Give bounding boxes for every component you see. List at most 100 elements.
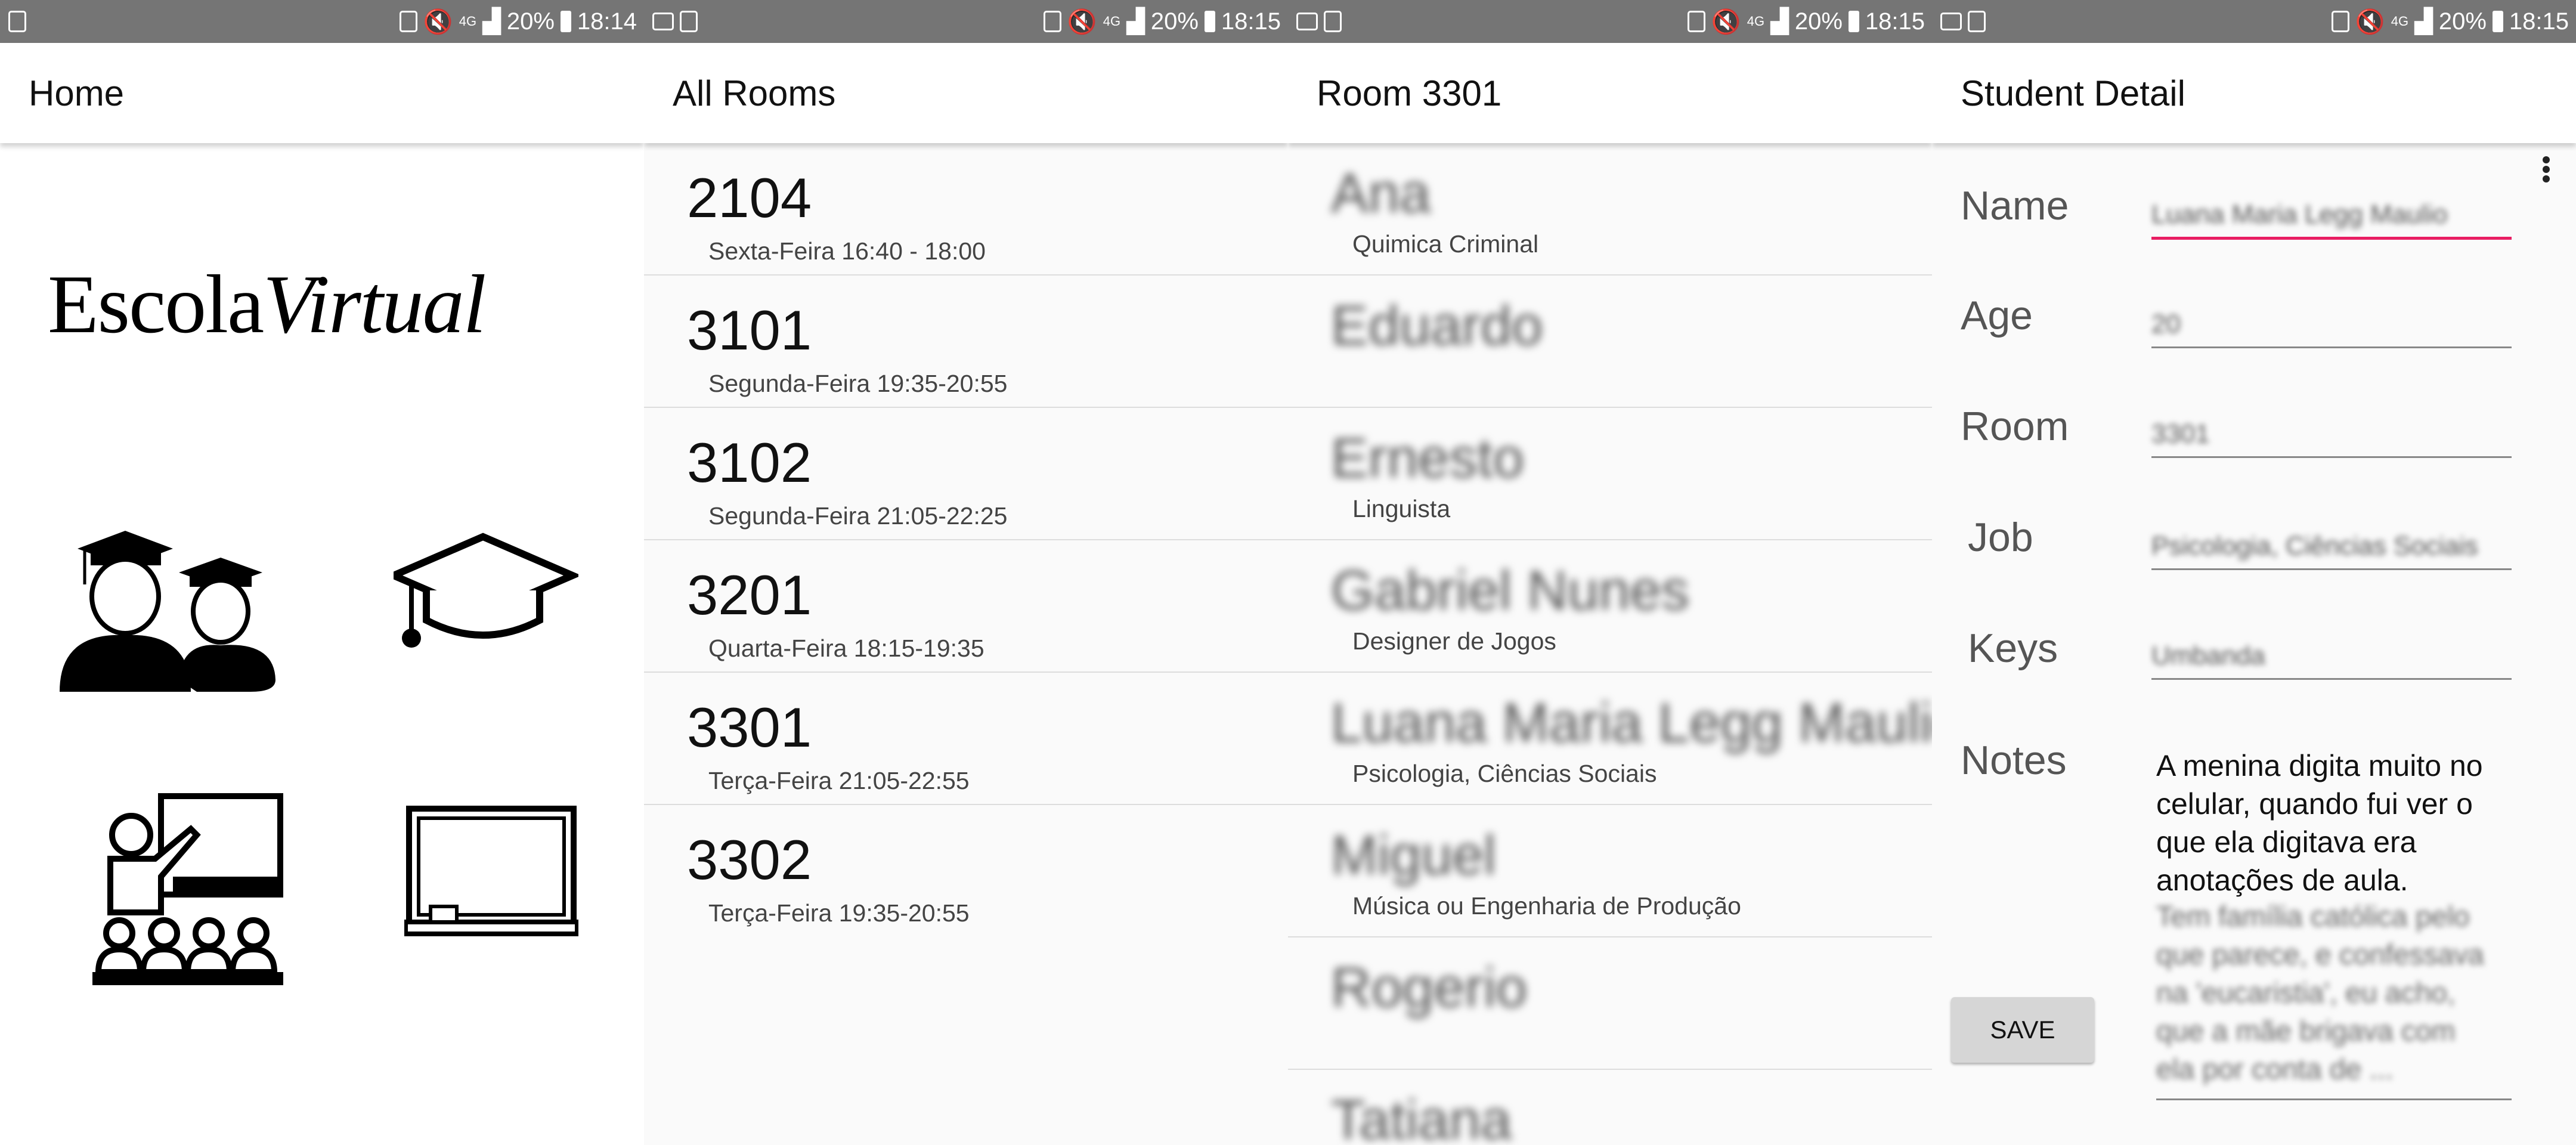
battery-percent: 20% — [1150, 8, 1199, 35]
room-list: 2104 Sexta-Feira 16:40 - 18:00 3101 Segu… — [644, 143, 1288, 937]
room-item[interactable]: 3302 Terça-Feira 19:35-20:55 — [644, 805, 1288, 937]
keys-value: Umbanda — [2151, 641, 2265, 670]
student-name: Tatiana — [1331, 1088, 1512, 1145]
student-job: Quimica Criminal — [1352, 230, 1539, 258]
notification-icon — [1324, 11, 1342, 32]
room-number: 3201 — [687, 564, 812, 626]
signal-icon: ▟ — [1126, 8, 1145, 35]
age-label: Age — [1961, 293, 2033, 338]
room-item[interactable]: 3201 Quarta-Feira 18:15-19:35 — [644, 540, 1288, 673]
logo-regular: Escola — [48, 258, 264, 351]
status-bar: 🔇 4G ▟ 20% 18:15 — [1932, 0, 2576, 43]
room-number: 3102 — [687, 431, 812, 494]
student-item[interactable]: Rogerio — [1288, 937, 1932, 1070]
room-number: 3302 — [687, 828, 812, 891]
student-name: Eduardo — [1331, 294, 1543, 357]
mute-icon: 🔇 — [2355, 8, 2385, 35]
room-number: 3301 — [687, 696, 812, 759]
notification-icon — [680, 11, 698, 32]
logo-italic: Virtual — [263, 258, 486, 351]
page-title: Room 3301 — [1317, 73, 1502, 113]
image-notification-icon — [1940, 13, 1962, 30]
name-label: Name — [1961, 183, 2069, 228]
battery-saver-icon — [1687, 11, 1705, 32]
student-item[interactable]: Ernesto Linguista — [1288, 408, 1932, 540]
battery-percent: 20% — [1794, 8, 1843, 35]
room-schedule: Sexta-Feira 16:40 - 18:00 — [708, 237, 986, 265]
home-body: EscolaVirtual — [0, 143, 644, 1145]
student-job: Designer de Jogos — [1352, 627, 1556, 655]
clock: 18:14 — [577, 8, 637, 35]
network-label: 4G — [1747, 14, 1765, 29]
room-item[interactable]: 3102 Segunda-Feira 21:05-22:25 — [644, 408, 1288, 540]
status-bar: 🔇 4G ▟ 20% 18:15 — [1288, 0, 1932, 43]
battery-percent: 20% — [506, 8, 555, 35]
app-bar: Room 3301 — [1288, 43, 1932, 143]
battery-saver-icon — [1043, 11, 1061, 32]
student-job: Música ou Engenharia de Produção — [1352, 892, 1741, 920]
mute-icon: 🔇 — [1711, 8, 1741, 35]
student-list: Ana Quimica Criminal Eduardo Ernesto Lin… — [1288, 143, 1932, 1145]
overflow-menu-icon[interactable] — [2543, 154, 2551, 185]
battery-icon — [1204, 11, 1215, 32]
job-value: Psicologia, Ciências Sociais — [2151, 531, 2478, 561]
student-name: Rogerio — [1331, 956, 1528, 1019]
screens-container: 🔇 4G ▟ 20% 18:14 Home EscolaVirtual 🔇 4G… — [0, 0, 2576, 1145]
room-item[interactable]: 3101 Segunda-Feira 19:35-20:55 — [644, 276, 1288, 408]
student-item[interactable]: Miguel Música ou Engenharia de Produção — [1288, 805, 1932, 937]
status-bar: 🔇 4G ▟ 20% 18:14 — [0, 0, 644, 43]
room-schedule: Terça-Feira 19:35-20:55 — [708, 899, 970, 927]
battery-icon — [1848, 11, 1859, 32]
students-icon[interactable] — [60, 513, 286, 692]
notification-icon — [1968, 11, 1986, 32]
keys-label: Keys — [1968, 626, 2058, 671]
student-detail-screen: 🔇 4G ▟ 20% 18:15 Student Detail Name Lua… — [1932, 0, 2576, 1145]
student-item[interactable]: Luana Maria Legg Maulio Psicologia, Ciên… — [1288, 673, 1932, 805]
blackboard-icon[interactable] — [404, 805, 578, 936]
network-label: 4G — [2391, 14, 2409, 29]
page-title: Home — [29, 73, 125, 113]
room-schedule: Segunda-Feira 21:05-22:25 — [708, 502, 1008, 530]
room-schedule: Terça-Feira 21:05-22:55 — [708, 767, 970, 794]
battery-percent: 20% — [2438, 8, 2487, 35]
battery-saver-icon — [399, 11, 417, 32]
student-name: Miguel — [1331, 824, 1496, 886]
age-field[interactable]: 20 — [2151, 291, 2512, 348]
student-item[interactable]: Ana Quimica Criminal — [1288, 143, 1932, 276]
signal-icon: ▟ — [2414, 8, 2433, 35]
app-logo: EscolaVirtual — [48, 256, 487, 352]
app-bar: All Rooms — [644, 43, 1288, 143]
job-field[interactable]: Psicologia, Ciências Sociais — [2151, 513, 2512, 570]
student-job: Psicologia, Ciências Sociais — [1352, 760, 1657, 787]
room-field[interactable]: 3301 — [2151, 401, 2512, 458]
status-bar: 🔇 4G ▟ 20% 18:15 — [644, 0, 1288, 43]
student-name: Ernesto — [1331, 426, 1524, 489]
keys-field[interactable]: Umbanda — [2151, 623, 2512, 680]
graduation-cap-icon[interactable] — [394, 531, 578, 650]
notes-text[interactable]: A menina digita muito no celular, quando… — [2156, 747, 2490, 899]
app-bar: Student Detail — [1932, 43, 2576, 143]
save-button[interactable]: SAVE — [1951, 997, 2094, 1063]
mute-icon: 🔇 — [1067, 8, 1097, 35]
name-field[interactable]: Luana Maria Legg Maulio — [2151, 182, 2512, 240]
room-detail-screen: 🔇 4G ▟ 20% 18:15 Room 3301 Ana Quimica C… — [1288, 0, 1932, 1145]
student-name: Luana Maria Legg Maulio — [1331, 691, 1932, 754]
age-value: 20 — [2151, 310, 2181, 339]
home-screen: 🔇 4G ▟ 20% 18:14 Home EscolaVirtual — [0, 0, 644, 1145]
battery-saver-icon — [2331, 11, 2349, 32]
image-notification-icon — [652, 13, 674, 30]
clock: 18:15 — [2509, 8, 2569, 35]
job-label: Job — [1968, 515, 2033, 560]
room-number: 2104 — [687, 166, 812, 229]
student-item[interactable]: Gabriel Nunes Designer de Jogos — [1288, 540, 1932, 673]
classroom-icon[interactable] — [89, 793, 286, 990]
name-value: Luana Maria Legg Maulio — [2151, 200, 2448, 229]
battery-icon — [560, 11, 571, 32]
signal-icon: ▟ — [482, 8, 501, 35]
room-item[interactable]: 3301 Terça-Feira 21:05-22:55 — [644, 673, 1288, 805]
room-item[interactable]: 2104 Sexta-Feira 16:40 - 18:00 — [644, 143, 1288, 276]
student-item[interactable]: Tatiana — [1288, 1070, 1932, 1145]
student-item[interactable]: Eduardo — [1288, 276, 1932, 408]
battery-icon — [2492, 11, 2503, 32]
clock: 18:15 — [1221, 8, 1281, 35]
